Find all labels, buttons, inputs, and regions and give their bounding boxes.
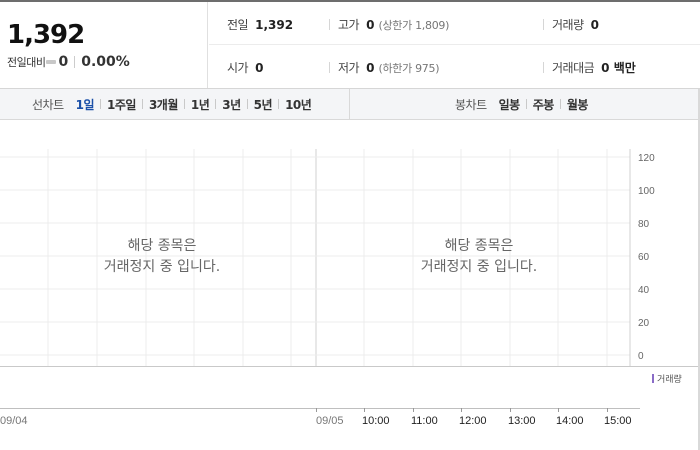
stat-prev-close: 전일 1,392 [227,16,293,33]
x-tick-label: 13:00 [508,415,536,427]
lower-limit: (하한가 975) [378,61,440,75]
stats-row: 전일 1,392 고가 0 (상한가 1,809) 거래량 0 [209,2,700,45]
period-tab[interactable]: 1주일 [107,96,136,113]
tab-separator [278,99,280,109]
tab-divider [349,89,350,119]
stat-value: 1,392 [255,17,294,32]
volume-legend: 거래량 [652,372,682,385]
change-label: 전일대비 [7,56,46,69]
stat-value: 0 [366,60,375,75]
stat-open: 시가 0 [227,59,263,76]
y-tick-label: 80 [638,219,650,230]
trading-halt-message: 해당 종목은 거래정지 중 입니다. [369,236,589,278]
tab-separator [141,99,143,109]
volume-swatch [652,374,654,383]
volume-divider [0,366,700,367]
price-box: 1,392 전일대비 0 0.00% [0,2,208,88]
message-line: 거래정지 중 입니다. [420,259,538,275]
candle-tab[interactable]: 일봉 [499,96,521,113]
line-chart-label: 선차트 [32,97,64,112]
period-tab[interactable]: 5년 [254,96,273,113]
x-tick-mark [607,408,608,412]
x-tick-label: 15:00 [604,415,632,427]
flat-icon [46,60,57,64]
stat-value: 0 백만 [601,61,636,75]
x-tick-mark [316,408,317,412]
period-tab[interactable]: 3년 [222,96,241,113]
stat-label: 고가 [338,18,360,32]
stat-label: 거래대금 [552,61,595,75]
period-tab[interactable]: 3개월 [149,96,178,113]
message-line: 거래정지 중 입니다. [103,259,221,275]
stat-high: 고가 0 (상한가 1,809) [329,16,449,33]
x-axis-line [0,408,640,409]
volume-legend-label: 거래량 [657,375,682,385]
price-chart: 0 20 40 60 80 100 120 해당 종목은 거래정지 중 입니다. 해당 종목… [0,121,700,366]
stat-volume: 거래량 0 [543,16,599,33]
candle-chart-tabs: 봉차트 일봉 주봉 월봉 [455,89,588,119]
stat-low: 저가 0 (하한가 975) [329,59,440,76]
change-row: 전일대비 0 0.00% [7,54,130,70]
stat-value: 0 [366,17,375,32]
stat-trade-amount: 거래대금 0 백만 [543,59,636,76]
period-tab[interactable]: 10년 [285,96,312,113]
tab-separator [559,99,561,109]
y-tick-label: 20 [638,318,650,329]
stats-table: 전일 1,392 고가 0 (상한가 1,809) 거래량 0 시가 0 저가 … [209,2,700,88]
stat-value: 0 [255,60,264,75]
period-tab[interactable]: 1일 [76,96,95,113]
y-tick-label: 120 [638,153,655,164]
x-tick-label: 12:00 [459,415,487,427]
candle-tab[interactable]: 주봉 [533,96,555,113]
x-tick-label: 14:00 [556,415,584,427]
y-tick-label: 0 [638,351,644,362]
x-tick-mark [510,408,511,412]
stats-row: 시가 0 저가 0 (하한가 975) 거래대금 0 백만 [209,45,700,88]
stat-label: 거래량 [552,18,584,32]
separator [74,56,76,68]
message-line: 해당 종목은 [444,238,514,254]
line-chart-tabs: 선차트 1일 1주일 3개월 1년 3년 5년 10년 [32,89,312,119]
stat-value: 0 [590,17,599,32]
trading-halt-message: 해당 종목은 거래정지 중 입니다. [52,236,272,278]
x-tick-label: 11:00 [411,415,438,427]
change-rate: 0.00% [81,54,130,70]
y-tick-label: 60 [638,252,650,263]
upper-limit: (상한가 1,809) [378,18,450,32]
x-tick-label: 09/04 [0,415,28,427]
stat-label: 시가 [227,61,249,75]
x-tick-mark [364,408,365,412]
x-tick-label: 09/05 [316,415,344,427]
quote-header: 1,392 전일대비 0 0.00% 전일 1,392 고가 0 (상한가 1,… [0,2,700,89]
candle-tab[interactable]: 월봉 [567,96,589,113]
tab-separator [246,99,248,109]
tab-separator [525,99,527,109]
x-tick-mark [461,408,462,412]
tab-separator [215,99,217,109]
message-line: 해당 종목은 [127,238,197,254]
x-tick-mark [413,408,414,412]
y-tick-label: 40 [638,285,650,296]
candle-chart-label: 봉차트 [455,97,487,112]
y-tick-label: 100 [638,186,655,197]
stat-label: 전일 [227,18,249,32]
x-tick-label: 10:00 [362,415,390,427]
change-value: 0 [58,54,69,70]
tab-separator [183,99,185,109]
x-tick-mark [558,408,559,412]
tab-separator [100,99,102,109]
period-tab[interactable]: 1년 [191,96,210,113]
stat-label: 저가 [338,61,360,75]
chart-period-bar: 선차트 1일 1주일 3개월 1년 3년 5년 10년 봉차트 일봉 주봉 월봉 [0,89,700,120]
current-price: 1,392 [7,20,85,50]
